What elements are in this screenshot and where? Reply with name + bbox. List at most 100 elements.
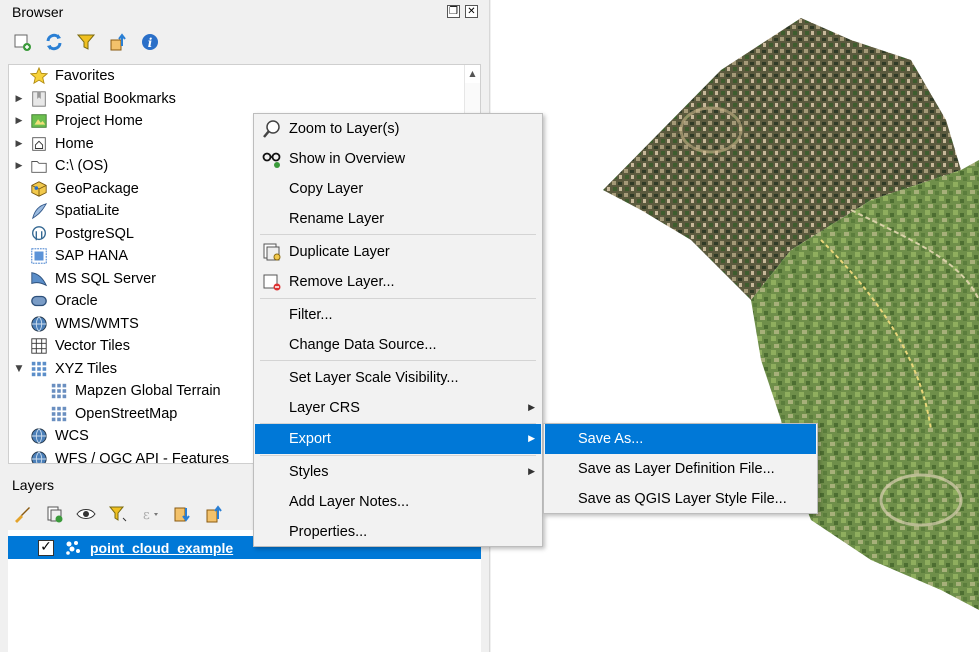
menu-item-save-as[interactable]: Save As... — [545, 424, 816, 454]
star-icon — [29, 66, 49, 86]
eye-visibility-icon[interactable] — [74, 502, 98, 526]
menu-item-properties[interactable]: Properties... — [255, 517, 541, 547]
point-cloud-rendering — [603, 18, 979, 610]
expand-all-icon[interactable] — [170, 502, 194, 526]
folder-icon — [29, 156, 49, 176]
collapse-all-icon[interactable] — [202, 502, 226, 526]
expand-arrow-icon[interactable]: ▶ — [9, 116, 29, 126]
svg-text:ε: ε — [143, 508, 150, 523]
menu-separator — [260, 234, 536, 235]
menu-item-set-layer-scale-visibility[interactable]: Set Layer Scale Visibility... — [255, 363, 541, 393]
tree-item-label: Vector Tiles — [55, 338, 130, 354]
tree-item-label: OpenStreetMap — [75, 405, 178, 422]
style-brush-icon[interactable] — [10, 502, 34, 526]
svg-text:i: i — [148, 36, 153, 50]
menu-item-label: Remove Layer... — [289, 274, 395, 290]
refresh-icon[interactable] — [42, 30, 66, 54]
menu-item-remove-layer[interactable]: Remove Layer... — [255, 267, 541, 297]
menu-item-copy-layer[interactable]: Copy Layer — [255, 174, 541, 204]
menu-item-label: Save as QGIS Layer Style File... — [578, 491, 787, 507]
menu-item-save-as-qgis-style[interactable]: Save as QGIS Layer Style File... — [545, 484, 816, 514]
spatialite-icon — [29, 201, 49, 221]
wcs-globe-icon — [29, 426, 49, 446]
menu-item-rename-layer[interactable]: Rename Layer — [255, 204, 541, 234]
menu-item-label: Add Layer Notes... — [289, 494, 410, 510]
scroll-up-arrow-icon[interactable]: ▲ — [464, 65, 480, 83]
filter-legend-icon[interactable] — [106, 502, 130, 526]
wfs-globe-icon — [29, 449, 49, 463]
map-canvas[interactable] — [491, 0, 979, 652]
add-layer-icon[interactable] — [10, 30, 34, 54]
zoom-magnifier-icon — [261, 118, 283, 140]
menu-item-show-in-overview[interactable]: Show in Overview — [255, 144, 541, 174]
overview-glasses-icon — [261, 148, 283, 170]
tree-item-label: WFS / OGC API - Features — [55, 450, 230, 464]
tree-item-label: SpatiaLite — [55, 203, 120, 219]
menu-item-label: Rename Layer — [289, 211, 385, 227]
expand-arrow-icon[interactable]: ▶ — [9, 139, 29, 149]
menu-item-change-data-source[interactable]: Change Data Source... — [255, 330, 541, 360]
mssql-icon — [29, 269, 49, 289]
tree-item-favorites[interactable]: Favorites — [9, 65, 464, 87]
postgresql-icon — [29, 224, 49, 244]
submenu-arrow-icon: ▶ — [528, 403, 535, 413]
tile-grid-icon — [49, 404, 69, 424]
layers-toolbar: ε — [10, 500, 226, 528]
submenu-arrow-icon: ▶ — [528, 434, 535, 444]
menu-item-duplicate-layer[interactable]: Duplicate Layer — [255, 237, 541, 267]
float-panel-icon[interactable]: ❐ — [447, 5, 460, 18]
tree-item-label: Mapzen Global Terrain — [75, 383, 221, 399]
browser-panel-header: Browser ❐ ✕ — [0, 0, 490, 26]
tree-item-label: Project Home — [55, 113, 143, 129]
menu-item-zoom-to-layer[interactable]: Zoom to Layer(s) — [255, 114, 541, 144]
layers-panel-title: Layers — [12, 477, 55, 493]
info-icon[interactable]: i — [138, 30, 162, 54]
tree-item-label: Oracle — [55, 293, 98, 309]
expand-arrow-icon[interactable]: ▶ — [9, 161, 29, 171]
export-submenu: Save As... Save as Layer Definition File… — [543, 423, 818, 514]
menu-item-filter[interactable]: Filter... — [255, 300, 541, 330]
geopackage-icon — [29, 179, 49, 199]
tree-item-label: GeoPackage — [55, 180, 139, 197]
menu-item-save-as-layer-definition[interactable]: Save as Layer Definition File... — [545, 454, 816, 484]
duplicate-layer-icon — [261, 241, 283, 263]
vector-tiles-icon — [29, 336, 49, 356]
tree-item-label: MS SQL Server — [55, 270, 156, 287]
collapse-all-icon[interactable] — [106, 30, 130, 54]
menu-item-label: Properties... — [289, 524, 368, 540]
tree-item-label: WCS — [55, 428, 89, 444]
bookmark-icon — [29, 89, 49, 109]
menu-item-label: Change Data Source... — [289, 337, 437, 353]
home-icon — [29, 134, 49, 154]
browser-panel-title: Browser — [12, 4, 64, 20]
layers-tree[interactable]: ✓ point_cloud_example — [8, 530, 481, 652]
point-cloud-icon — [64, 539, 82, 557]
browser-toolbar: i — [10, 28, 162, 56]
menu-item-label: Copy Layer — [289, 181, 364, 197]
close-panel-icon[interactable]: ✕ — [465, 5, 478, 18]
filter-icon[interactable] — [74, 30, 98, 54]
menu-item-styles[interactable]: Styles ▶ — [255, 457, 541, 487]
expression-filter-icon[interactable]: ε — [138, 502, 162, 526]
wms-globe-icon — [29, 314, 49, 334]
tree-item-label: SAP HANA — [55, 248, 129, 264]
expand-arrow-icon[interactable]: ▶ — [9, 94, 29, 104]
submenu-arrow-icon: ▶ — [528, 467, 535, 477]
menu-item-label: Filter... — [289, 307, 333, 323]
layer-visibility-checkbox[interactable]: ✓ — [38, 539, 54, 556]
menu-item-label: Save As... — [578, 431, 644, 447]
tree-item-label: PostgreSQL — [55, 225, 134, 242]
tree-item-spatial-bookmarks[interactable]: ▶ Spatial Bookmarks — [9, 88, 464, 110]
menu-item-export[interactable]: Export ▶ — [255, 424, 541, 454]
menu-item-layer-crs[interactable]: Layer CRS ▶ — [255, 393, 541, 423]
collapse-arrow-icon[interactable]: ▼ — [9, 364, 29, 374]
tree-item-label: C:\ (OS) — [55, 158, 109, 174]
menu-item-add-layer-notes[interactable]: Add Layer Notes... — [255, 487, 541, 517]
menu-item-label: Duplicate Layer — [289, 244, 390, 260]
tree-item-label: XYZ Tiles — [55, 360, 118, 377]
tree-item-label: WMS/WMTS — [55, 315, 139, 332]
menu-item-label: Save as Layer Definition File... — [578, 461, 775, 477]
tree-item-label: Favorites — [55, 68, 115, 84]
menu-item-label: Export — [289, 431, 331, 447]
add-group-icon[interactable] — [42, 502, 66, 526]
